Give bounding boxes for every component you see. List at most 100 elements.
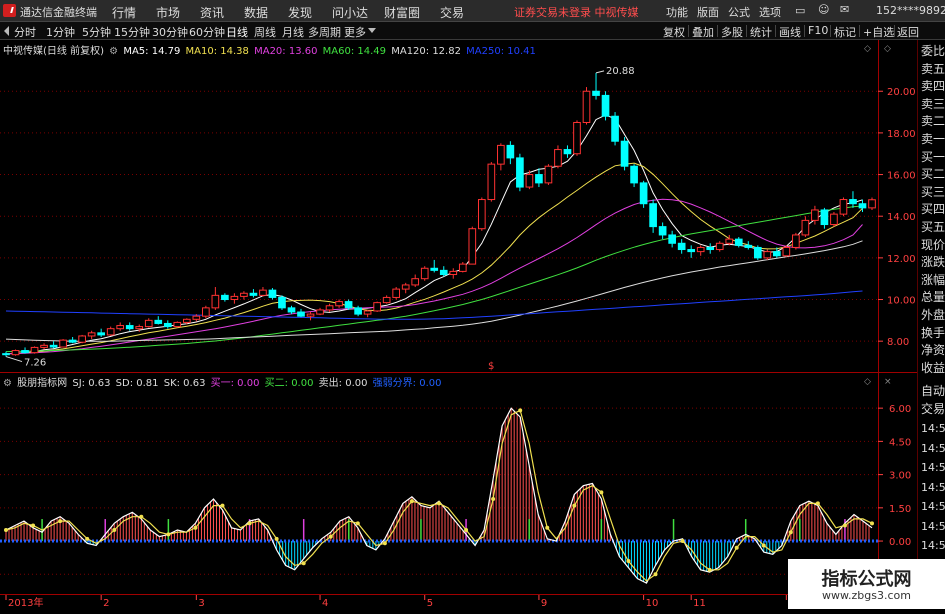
stock-title[interactable]: 中视传媒(日线 前复权) bbox=[3, 46, 104, 57]
sd-line bbox=[5, 409, 873, 582]
ma250-label: MA250: 10.41 bbox=[466, 46, 536, 57]
candle-body bbox=[677, 242, 686, 251]
sub-close-icon[interactable]: × bbox=[884, 377, 892, 387]
sd-point bbox=[572, 503, 577, 508]
candle-body bbox=[820, 209, 829, 226]
indicator-legend: ⚙ 股朋指标网 SJ: 0.63 SD: 0.81 SK: 0.63 买一: 0… bbox=[3, 374, 444, 389]
candle-body bbox=[734, 238, 743, 246]
quote-label[interactable]: 净资 bbox=[921, 341, 945, 359]
candle-body bbox=[592, 90, 600, 96]
indicator-tick-label: 3.00 bbox=[889, 471, 911, 482]
collapse-diamond-icon[interactable]: ◇ bbox=[864, 44, 871, 54]
quote-label[interactable]: 买三 bbox=[921, 183, 945, 201]
candle-body bbox=[792, 234, 800, 248]
quote-label[interactable]: 卖四 bbox=[921, 77, 945, 95]
date-tick-label: 10 bbox=[646, 598, 659, 609]
ma120-line bbox=[5, 240, 863, 342]
sd-point bbox=[842, 523, 847, 528]
indicator-tick-label: 0.00 bbox=[889, 537, 911, 548]
quote-label[interactable]: 总量 bbox=[921, 288, 945, 306]
candle-body bbox=[420, 267, 429, 280]
indicator-axis-ticks: -1.500.001.503.004.506.00 bbox=[878, 404, 915, 581]
quote-label[interactable]: 现价 bbox=[921, 236, 945, 254]
high-pointer bbox=[595, 70, 605, 74]
candle-body bbox=[316, 309, 324, 315]
date-tick-label: 9 bbox=[541, 598, 547, 609]
tick-time: 14:56 bbox=[921, 441, 945, 455]
tick-time: 14:56 bbox=[921, 500, 945, 513]
candle-body bbox=[573, 121, 581, 155]
candle-body bbox=[68, 339, 77, 343]
price-tick-label: 16.00 bbox=[887, 171, 916, 182]
quote-label[interactable]: 委比 bbox=[921, 42, 945, 60]
quote-label[interactable]: 买五 bbox=[921, 218, 945, 236]
candle-body bbox=[487, 163, 496, 201]
indicator-lines bbox=[4, 407, 874, 584]
sd-point bbox=[761, 543, 766, 548]
dividend-marker-icon: $ bbox=[488, 361, 494, 372]
candle-body bbox=[411, 278, 420, 286]
candle-body bbox=[144, 319, 153, 328]
candle-body bbox=[249, 292, 258, 296]
candle-body bbox=[782, 246, 791, 257]
auto-trade-label[interactable]: 交易 bbox=[921, 400, 945, 418]
quote-label[interactable]: 卖三 bbox=[921, 95, 945, 113]
settings-gear-icon[interactable]: ⚙ bbox=[109, 46, 118, 57]
quote-label[interactable]: 涨幅 bbox=[921, 271, 945, 289]
quote-label[interactable]: 换手 bbox=[921, 324, 945, 342]
sd-point bbox=[626, 558, 631, 563]
candle-body bbox=[811, 209, 819, 221]
sell-label: 卖出: 0.00 bbox=[318, 378, 368, 389]
date-axis-ticks: 2013年23459101112 bbox=[5, 595, 801, 609]
expand-icon[interactable]: ◇ bbox=[884, 44, 891, 54]
tick-time: 14:56 bbox=[921, 461, 945, 474]
date-tick-label: 3 bbox=[198, 598, 204, 609]
sd-point bbox=[31, 523, 36, 528]
sub-collapse-icon[interactable]: ◇ bbox=[864, 377, 871, 387]
quote-label[interactable]: 涨跌 bbox=[921, 253, 945, 271]
candle-body bbox=[40, 344, 48, 348]
candle-body bbox=[354, 307, 362, 315]
sd-point bbox=[518, 408, 523, 413]
auto-trade-label[interactable]: 自动 bbox=[921, 382, 945, 400]
candle-body bbox=[725, 238, 734, 244]
ma120-label: MA120: 12.82 bbox=[391, 46, 461, 57]
candle-body bbox=[116, 325, 125, 330]
candle-body bbox=[849, 199, 857, 205]
quote-label[interactable]: 卖五 bbox=[921, 60, 945, 78]
main-grid bbox=[0, 90, 878, 342]
quote-label[interactable]: 外盘 bbox=[921, 306, 945, 324]
sd-point bbox=[870, 521, 874, 526]
candle-body bbox=[630, 165, 638, 184]
quote-label[interactable]: 卖二 bbox=[921, 112, 945, 130]
sk-label: SK: 0.63 bbox=[163, 378, 206, 389]
ma10-line bbox=[5, 162, 863, 355]
sd-point bbox=[788, 530, 793, 535]
candle-body bbox=[373, 302, 381, 312]
quote-label[interactable]: 买一 bbox=[921, 148, 945, 166]
candle-body bbox=[497, 144, 505, 165]
candle-body bbox=[601, 94, 610, 117]
candle-body bbox=[611, 115, 619, 142]
quote-label[interactable]: 买四 bbox=[921, 200, 945, 218]
indicator-name[interactable]: 股朋指标网 bbox=[17, 378, 67, 389]
tick-time: 14:56 bbox=[921, 539, 945, 552]
quote-label[interactable]: 卖一 bbox=[921, 130, 945, 148]
sd-point bbox=[4, 527, 8, 532]
candle-body bbox=[192, 315, 201, 320]
candle-body bbox=[649, 203, 657, 228]
indicator-settings-gear-icon[interactable]: ⚙ bbox=[3, 378, 12, 389]
price-tick-label: 12.00 bbox=[887, 254, 916, 265]
candle-body bbox=[696, 246, 705, 253]
ma5-label: MA5: 14.79 bbox=[123, 46, 181, 57]
chart-canvas[interactable]: 8.0010.0012.0014.0016.0018.0020.00 20.88… bbox=[0, 0, 945, 609]
candle-body bbox=[78, 335, 86, 343]
candle-body bbox=[468, 228, 477, 265]
quote-label[interactable]: 买二 bbox=[921, 165, 945, 183]
candle-body bbox=[182, 318, 191, 323]
candle-body bbox=[125, 325, 134, 330]
price-annotations: 20.88 7.26 bbox=[5, 66, 635, 369]
candle-body bbox=[535, 174, 543, 184]
sd-point bbox=[112, 527, 117, 532]
quote-label[interactable]: 收益 bbox=[921, 359, 945, 377]
